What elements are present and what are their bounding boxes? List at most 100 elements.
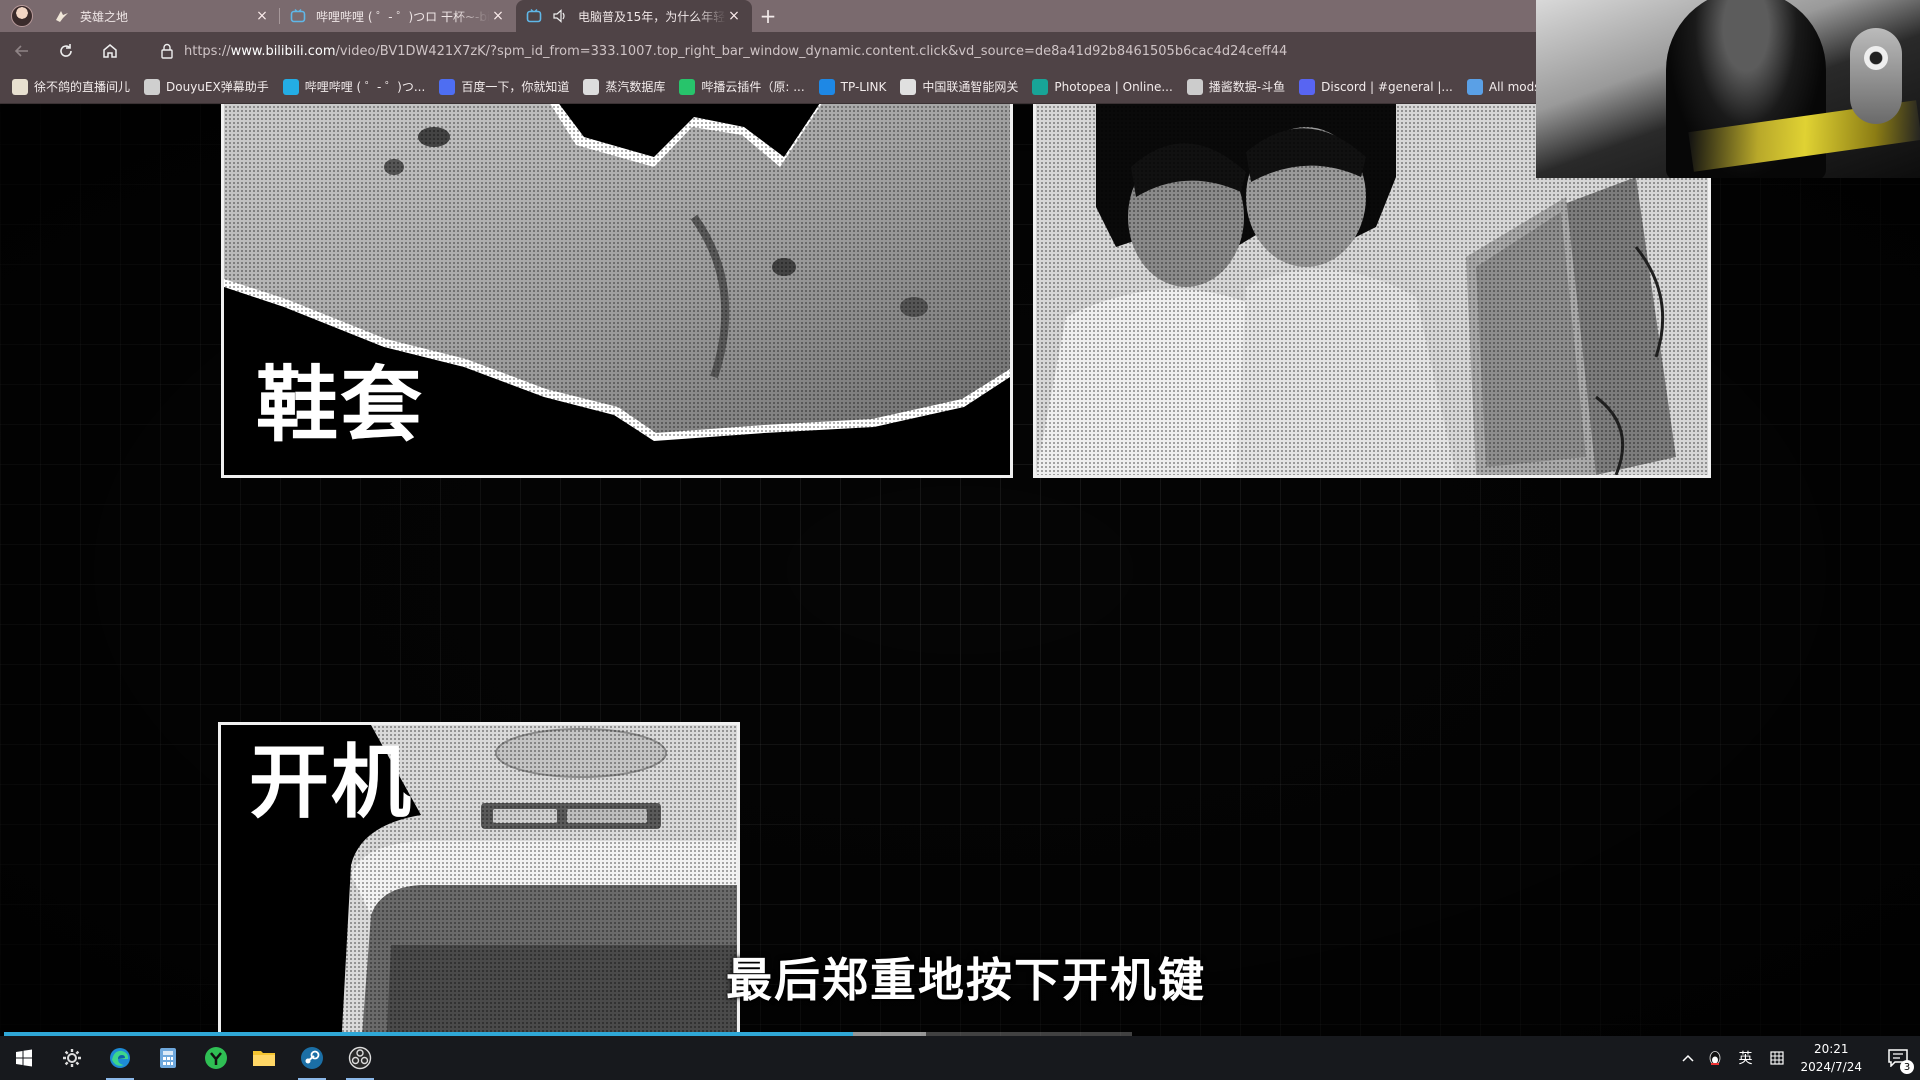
tab-title: 电脑普及15年，为什么年轻人越来越不会用电脑	[578, 9, 726, 24]
bookmark-favicon-icon	[12, 78, 28, 95]
grid-icon	[1770, 1051, 1785, 1065]
tab-title: 英雄之地	[80, 9, 129, 24]
video-player[interactable]: 鞋套 开机 最后郑重地按下开机键	[0, 104, 1920, 1036]
url-host: www.bilibili.com	[230, 43, 336, 59]
bookmark-label: All mods	[1488, 79, 1541, 94]
clock-time: 20:21	[1813, 1042, 1849, 1056]
bookmark-favicon-icon	[439, 78, 456, 95]
reload-icon	[60, 44, 72, 57]
bookmarks-bar: 徐不鸽的直播间儿 DouyuEX弹幕助手 哔哩哔哩 ( ゜- ゜)つ... 百度一下，…	[0, 70, 1540, 104]
power-on-label: 开机	[249, 736, 413, 829]
back-button[interactable]	[0, 32, 44, 70]
bookmark-favicon-icon	[1299, 78, 1316, 95]
bookmark-label: 中国联通智能网关	[922, 80, 1019, 94]
settings-taskbar-button[interactable]	[48, 1036, 96, 1080]
shoe-covers-label: 鞋套	[256, 358, 425, 453]
bilibili-icon	[526, 8, 542, 24]
bookmark-label: 百度一下，你就知道	[461, 80, 570, 94]
start-button[interactable]	[0, 1036, 48, 1080]
file-explorer-icon	[253, 1051, 275, 1066]
bookmark-item[interactable]: 中国联通智能网关	[900, 78, 1018, 95]
bookmark-item[interactable]: DouyuEX弹幕助手	[144, 78, 269, 95]
bookmark-favicon-icon	[1466, 78, 1483, 95]
tab-bilibili-home[interactable]: 哔哩哔哩 ( ゜- ゜)つロ 干杯~-bilibili ×	[280, 0, 516, 32]
steam-taskbar-button[interactable]	[288, 1036, 336, 1080]
bookmark-label: DouyuEX弹幕助手	[166, 80, 269, 94]
file-explorer-taskbar-button[interactable]	[240, 1036, 288, 1080]
chevron-up-icon	[1682, 1054, 1694, 1062]
bookmark-item[interactable]: 哔哩哔哩 ( ゜- ゜)つ...	[282, 78, 426, 95]
bookmark-favicon-icon	[900, 78, 917, 95]
bookmark-favicon-icon	[679, 78, 696, 95]
edge-icon	[110, 1048, 130, 1068]
bookmark-item[interactable]: 百度一下，你就知道	[439, 78, 569, 95]
shoe-covers-panel: 鞋套	[221, 104, 1013, 478]
bookmark-item[interactable]: Photopea | Online...	[1032, 78, 1173, 95]
ime-mode-button[interactable]	[1762, 1036, 1792, 1080]
obs-icon	[348, 1046, 372, 1070]
show-hidden-icons-button[interactable]	[1674, 1036, 1702, 1080]
bookmark-item[interactable]: 播酱数据-斗鱼	[1186, 78, 1286, 95]
tab-close-icon[interactable]: ×	[254, 8, 270, 24]
penguin-icon	[1710, 1051, 1721, 1065]
bookmark-favicon-icon	[818, 78, 835, 95]
bookmark-favicon-icon	[282, 78, 299, 95]
bookmark-item[interactable]: 徐不鸽的直播间儿	[12, 78, 130, 95]
steam-icon	[301, 1047, 323, 1069]
power-on-panel: 开机	[218, 722, 740, 1036]
system-tray: 英 20:21 2024/7/24 3	[1674, 1036, 1920, 1080]
bookmark-item[interactable]: 蒸汽数据库	[583, 78, 665, 95]
obs-taskbar-button[interactable]	[336, 1036, 384, 1080]
bookmark-label: 哔播云插件（原: ...	[701, 80, 805, 94]
bookmark-item[interactable]: TP-LINK	[818, 78, 887, 95]
bookmark-label: 播酱数据-斗鱼	[1208, 80, 1286, 94]
bookmark-favicon-icon	[1186, 78, 1203, 95]
qq-tray-button[interactable]	[1702, 1036, 1728, 1080]
bookmark-label: Photopea | Online...	[1054, 79, 1173, 94]
bilibili-icon	[290, 8, 306, 24]
video-subtitle: 最后郑重地按下开机键	[726, 953, 1206, 1007]
bookmark-label: Discord | #general |...	[1321, 79, 1453, 94]
tab-close-icon[interactable]: ×	[726, 8, 742, 24]
clock-date: 2024/7/24	[1800, 1060, 1862, 1074]
url-text: https://www.bilibili.com/video/BV1DW421X…	[184, 44, 1287, 59]
profile-avatar	[11, 5, 33, 27]
speaker-icon[interactable]	[552, 8, 568, 24]
bookmark-item[interactable]: Discord | #general |...	[1299, 78, 1453, 95]
green-app-taskbar-button[interactable]	[192, 1036, 240, 1080]
tab-title: 哔哩哔哩 ( ゜- ゜)つロ 干杯~-bilibili	[316, 9, 490, 24]
settings-icon	[63, 1049, 81, 1067]
bird-icon	[54, 8, 70, 24]
taskbar: 英 20:21 2024/7/24 3	[0, 1036, 1920, 1080]
webcam-robot-figure	[1850, 28, 1902, 124]
navigation-bar: https://www.bilibili.com/video/BV1DW421X…	[0, 32, 1536, 70]
profile-button[interactable]	[0, 0, 44, 32]
green-app-icon	[205, 1047, 227, 1069]
reload-button[interactable]	[44, 32, 88, 70]
notification-center-button[interactable]: 3	[1876, 1036, 1920, 1080]
tab-strip: 英雄之地 × 哔哩哔哩 ( ゜- ゜)つロ 干杯~-bilibili × 电脑普…	[0, 0, 1536, 32]
bookmark-label: 徐不鸽的直播间儿	[34, 80, 131, 94]
edge-taskbar-button[interactable]	[96, 1036, 144, 1080]
bookmark-item[interactable]: All mods	[1466, 78, 1541, 95]
bookmark-favicon-icon	[583, 78, 600, 95]
new-tab-button[interactable]: +	[752, 0, 784, 32]
clock[interactable]: 20:21 2024/7/24	[1800, 1040, 1862, 1076]
url-prefix: https://	[184, 43, 231, 59]
home-button[interactable]	[88, 32, 132, 70]
bookmark-label: 哔哩哔哩 ( ゜- ゜)つ...	[304, 80, 426, 94]
bookmark-item[interactable]: 哔播云插件（原: ...	[679, 78, 805, 95]
bookmark-favicon-icon	[1032, 78, 1049, 95]
lock-icon[interactable]	[150, 43, 184, 59]
tab-heroes-land[interactable]: 英雄之地 ×	[44, 0, 280, 32]
input-method-indicator[interactable]: 英	[1738, 1048, 1752, 1068]
bookmark-label: 蒸汽数据库	[605, 80, 666, 94]
home-icon	[103, 44, 117, 58]
bookmark-label: TP-LINK	[840, 79, 887, 94]
calculator-taskbar-button[interactable]	[144, 1036, 192, 1080]
bookmark-favicon-icon	[144, 78, 161, 95]
address-bar[interactable]: https://www.bilibili.com/video/BV1DW421X…	[150, 36, 1530, 66]
back-arrow-icon	[14, 45, 28, 57]
tab-current-video[interactable]: 电脑普及15年，为什么年轻人越来越不会用电脑 ×	[516, 0, 752, 32]
tab-close-icon[interactable]: ×	[490, 8, 506, 24]
